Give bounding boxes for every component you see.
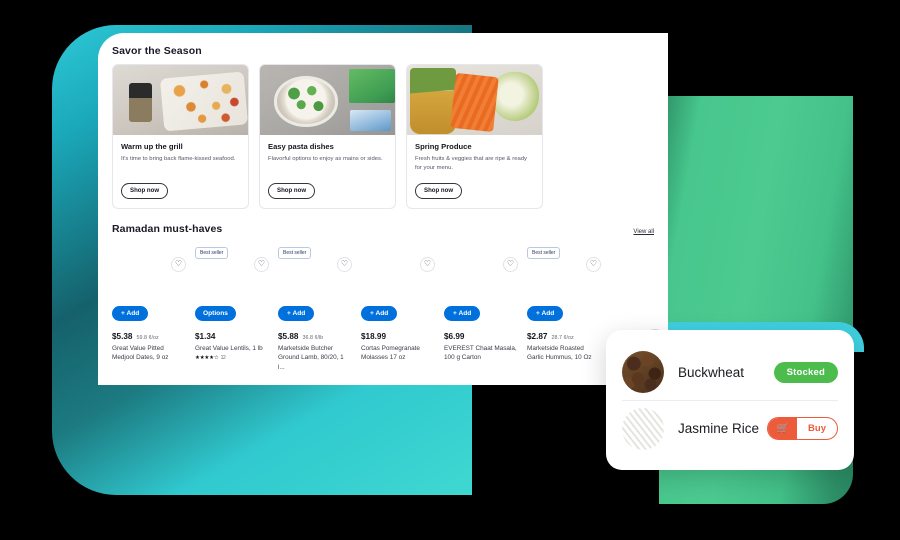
product-name: Cortas Pomegranate Molasses 17 oz	[361, 344, 420, 362]
product-name: Marketside Butcher Ground Lamb, 80/20, 1…	[278, 344, 344, 371]
product-card[interactable]: Best seller ♡ Options $1.34 Great Value …	[195, 241, 269, 373]
product-price: $6.99	[444, 331, 465, 341]
product-info: $6.99 EVEREST Chaat Masala, 100 g Carton	[444, 332, 517, 363]
favorite-heart-icon[interactable]: ♡	[171, 256, 186, 272]
grill-image	[113, 65, 248, 135]
promo-title: Spring Produce	[415, 142, 472, 151]
products-header: Ramadan must-haves View all	[112, 223, 654, 235]
product-info: $2.87 28.7 ¢/oz Marketside Roasted Garli…	[527, 332, 600, 363]
product-carousel: ♡ + Add $5.38 59.8 ¢/oz Great Value Pitt…	[112, 241, 666, 373]
product-image-wrap: ♡ + Add	[527, 254, 601, 321]
inventory-item-name: Buckwheat	[678, 364, 745, 380]
product-rating: ★★★★☆ 12	[195, 355, 268, 361]
options-button[interactable]: Options	[195, 305, 236, 321]
inventory-row-jasmine-rice[interactable]: Jasmine Rice 🛒 Buy	[622, 400, 838, 456]
product-name: Marketside Roasted Garlic Hummus, 10 Oz	[527, 344, 592, 362]
shop-now-button[interactable]: Shop now	[268, 182, 316, 199]
product-card[interactable]: ♡ + Add $6.99 EVEREST Chaat Masala, 100 …	[444, 241, 518, 373]
product-unit-price: 28.7 ¢/oz	[551, 334, 574, 341]
add-to-cart-button[interactable]: + Add	[112, 305, 149, 321]
promo-card-grill[interactable]: Warm up the grill It's time to bring bac…	[112, 64, 249, 209]
product-info: $18.99 Cortas Pomegranate Molasses 17 oz	[361, 332, 434, 363]
promo-card-row: Warm up the grill It's time to bring bac…	[112, 64, 654, 209]
product-image-wrap: ♡ Options	[195, 254, 269, 321]
product-card[interactable]: ♡ + Add $5.38 59.8 ¢/oz Great Value Pitt…	[112, 241, 186, 373]
product-unit-price: 59.8 ¢/oz	[136, 334, 159, 341]
product-image-wrap: ♡ + Add	[278, 254, 352, 321]
product-info: $1.34 Great Value Lentils, 1 lb ★★★★☆ 12	[195, 332, 268, 362]
promo-description: It's time to bring back flame-kissed sea…	[121, 156, 236, 162]
badge-slot	[444, 241, 517, 254]
promo-title: Easy pasta dishes	[268, 142, 334, 151]
main-storefront-panel: Savor the Season Warm up the grill It's …	[98, 33, 668, 385]
produce-image	[407, 65, 542, 135]
inventory-item-name: Jasmine Rice	[678, 421, 760, 436]
star-glyphs: ★★★★☆	[195, 355, 219, 362]
jasmine-rice-thumbnail	[622, 407, 664, 450]
product-info: $5.88 36.8 ¢/lb Marketside Butcher Groun…	[278, 332, 351, 373]
product-name: Great Value Lentils, 1 lb	[195, 344, 263, 352]
rating-count: 12	[220, 355, 226, 362]
product-card[interactable]: Best seller ♡ + Add $5.88 36.8 ¢/lb Mark…	[278, 241, 352, 373]
promo-description: Flavorful options to enjoy as mains or s…	[268, 156, 383, 162]
product-price: $18.99	[361, 331, 387, 341]
screenshot-stage: Savor the Season Warm up the grill It's …	[0, 0, 900, 540]
add-to-cart-button[interactable]: + Add	[444, 305, 481, 321]
product-image-wrap: ♡ + Add	[361, 254, 435, 321]
product-image-wrap: ♡ + Add	[444, 254, 518, 321]
add-to-cart-button[interactable]: + Add	[527, 305, 564, 321]
favorite-heart-icon[interactable]: ♡	[586, 256, 601, 272]
badge-slot: Best seller	[527, 241, 600, 259]
favorite-heart-icon[interactable]: ♡	[254, 256, 269, 272]
pasta-image	[260, 65, 395, 135]
add-to-cart-button[interactable]: + Add	[278, 305, 315, 321]
shopping-cart-icon: 🛒	[767, 418, 798, 439]
shop-now-button[interactable]: Shop now	[415, 182, 463, 199]
products-section-title: Ramadan must-haves	[112, 222, 223, 235]
add-to-cart-button[interactable]: + Add	[361, 305, 398, 321]
product-price: $5.88	[278, 331, 299, 341]
stocked-status-badge: Stocked	[773, 361, 838, 383]
product-price: $1.34	[195, 331, 216, 341]
product-card[interactable]: Best seller ♡ + Add $2.87 28.7 ¢/oz Mark…	[527, 241, 601, 373]
promo-description: Fresh fruits & veggies that are ripe & r…	[415, 156, 527, 171]
product-image-wrap: ♡ + Add	[112, 254, 186, 321]
badge-slot: Best seller	[278, 241, 351, 259]
pasta-package	[350, 109, 391, 131]
cabbage-art	[490, 72, 540, 121]
product-name: Great Value Pitted Medjool Dates, 9 oz	[112, 344, 169, 362]
product-card[interactable]: ♡ + Add $18.99 Cortas Pomegranate Molass…	[361, 241, 435, 373]
shop-now-button[interactable]: Shop now	[121, 182, 169, 199]
pasta-garnish	[281, 83, 331, 119]
savor-section-title: Savor the Season	[112, 45, 202, 57]
badge-slot	[112, 241, 185, 254]
buy-button-label: Buy	[808, 423, 826, 434]
promo-title: Warm up the grill	[121, 142, 183, 151]
view-all-link[interactable]: View all	[633, 229, 654, 235]
badge-slot: Best seller	[195, 241, 268, 259]
product-price: $2.87	[527, 331, 548, 341]
promo-card-pasta[interactable]: Easy pasta dishes Flavorful options to e…	[259, 64, 396, 209]
badge-slot	[361, 241, 434, 254]
buckwheat-thumbnail	[622, 351, 664, 393]
product-name: EVEREST Chaat Masala, 100 g Carton	[444, 344, 517, 362]
product-info: $5.38 59.8 ¢/oz Great Value Pitted Medjo…	[112, 332, 185, 363]
inventory-row-buckwheat[interactable]: Buckwheat Stocked	[622, 344, 838, 400]
promo-card-produce[interactable]: Spring Produce Fresh fruits & veggies th…	[406, 64, 543, 209]
favorite-heart-icon[interactable]: ♡	[420, 256, 435, 272]
favorite-heart-icon[interactable]: ♡	[503, 256, 518, 272]
product-price: $5.38	[112, 331, 133, 341]
inventory-card: Buckwheat Stocked Jasmine Rice 🛒 Buy	[606, 330, 854, 470]
favorite-heart-icon[interactable]: ♡	[337, 256, 352, 272]
product-unit-price: 36.8 ¢/lb	[302, 334, 324, 341]
buy-button[interactable]: 🛒 Buy	[766, 417, 838, 440]
